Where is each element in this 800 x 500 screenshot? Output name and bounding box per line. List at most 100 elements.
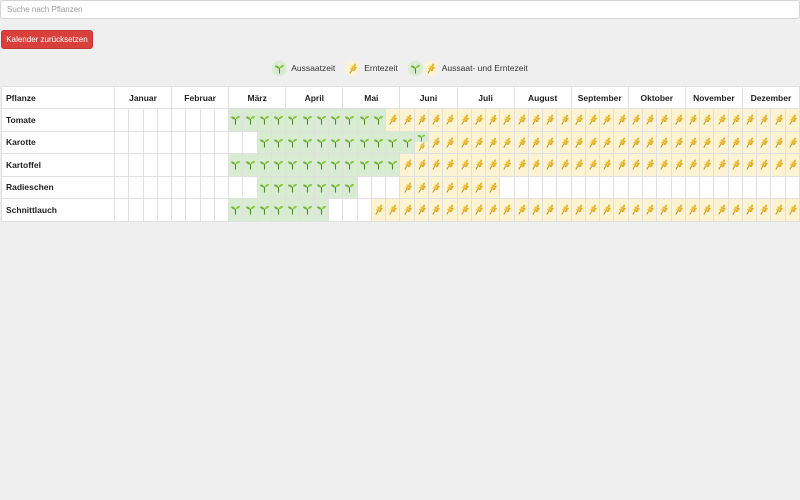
harvest-cell bbox=[699, 153, 715, 177]
empty-cell bbox=[142, 108, 158, 132]
harvest-cell bbox=[442, 153, 458, 177]
wheat-icon bbox=[675, 137, 683, 148]
wheat-icon bbox=[789, 114, 797, 126]
harvest-cell bbox=[642, 153, 658, 177]
sow-and-harvest-cell bbox=[413, 130, 429, 154]
wheat-icon bbox=[560, 137, 569, 148]
empty-cell bbox=[199, 198, 215, 222]
sowing-cell bbox=[342, 130, 358, 154]
harvest-cell bbox=[470, 130, 487, 154]
harvest-cell bbox=[513, 130, 529, 154]
wheat-icon bbox=[774, 204, 783, 216]
harvest-cell bbox=[513, 108, 529, 132]
empty-cell bbox=[770, 175, 786, 199]
legend-item-harvest: Erntezeit bbox=[345, 60, 398, 76]
harvest-cell bbox=[756, 198, 772, 222]
sowing-cell bbox=[313, 153, 330, 177]
sowing-cell bbox=[270, 175, 287, 199]
empty-cell bbox=[385, 175, 401, 199]
wheat-icon bbox=[717, 204, 726, 216]
seedling-icon bbox=[231, 206, 241, 215]
sowing-cell bbox=[285, 108, 301, 132]
harvest-cell bbox=[442, 198, 458, 222]
column-header-month: Januar bbox=[113, 86, 173, 109]
reset-calendar-button[interactable]: Kalender zurücksetzen bbox=[1, 30, 93, 49]
sowing-cell bbox=[256, 108, 272, 132]
empty-cell bbox=[113, 198, 130, 222]
harvest-cell bbox=[385, 198, 401, 222]
harvest-cell bbox=[556, 130, 572, 154]
search-input[interactable] bbox=[0, 0, 800, 19]
seedling-icon bbox=[345, 183, 355, 193]
harvest-cell bbox=[770, 198, 786, 222]
wheat-icon bbox=[675, 114, 683, 126]
column-header-month: Februar bbox=[171, 86, 230, 109]
harvest-cell bbox=[656, 198, 672, 222]
seedling-icon bbox=[359, 161, 369, 170]
wheat-icon bbox=[774, 137, 783, 148]
harvest-cell bbox=[770, 153, 786, 177]
sowing-cell bbox=[385, 153, 401, 177]
wheat-icon bbox=[617, 204, 626, 216]
sowing-cell bbox=[299, 153, 315, 177]
column-header-month: Mai bbox=[342, 86, 401, 109]
sowing-cell bbox=[242, 198, 258, 222]
wheat-icon bbox=[446, 159, 455, 171]
harvest-cell bbox=[584, 153, 601, 177]
empty-cell bbox=[213, 153, 230, 177]
empty-cell bbox=[213, 198, 230, 222]
harvest-cell bbox=[399, 175, 415, 199]
sowing-cell bbox=[342, 153, 358, 177]
harvest-cell bbox=[527, 153, 544, 177]
harvest-cell bbox=[756, 153, 772, 177]
harvest-cell bbox=[399, 108, 415, 132]
wheat-icon bbox=[532, 159, 540, 171]
table-row: Karotte bbox=[1, 130, 800, 154]
seedling-icon bbox=[272, 60, 288, 76]
wheat-icon bbox=[646, 204, 654, 216]
wheat-icon bbox=[546, 114, 554, 126]
harvest-cell bbox=[599, 130, 615, 154]
wheat-icon bbox=[475, 159, 483, 171]
wheat-icon bbox=[732, 114, 740, 126]
harvest-cell bbox=[499, 153, 515, 177]
sowing-cell bbox=[285, 198, 301, 222]
column-header-month: November bbox=[684, 86, 743, 109]
sowing-cell bbox=[256, 198, 272, 222]
sowing-cell bbox=[370, 153, 387, 177]
sowing-cell bbox=[270, 198, 287, 222]
seedling-icon bbox=[259, 138, 270, 148]
harvest-cell bbox=[784, 130, 800, 154]
table-row: Tomate bbox=[1, 108, 800, 132]
harvest-cell bbox=[727, 198, 743, 222]
wheat-icon bbox=[446, 114, 455, 126]
harvest-cell bbox=[784, 108, 800, 132]
wheat-icon bbox=[660, 137, 669, 148]
wheat-icon bbox=[446, 182, 455, 193]
seedling-icon bbox=[407, 60, 423, 76]
harvest-cell bbox=[556, 108, 572, 132]
plant-name: Kartoffel bbox=[1, 153, 115, 177]
harvest-cell bbox=[613, 108, 629, 132]
wheat-icon bbox=[375, 204, 383, 216]
harvest-cell bbox=[427, 153, 444, 177]
harvest-cell bbox=[613, 130, 629, 154]
harvest-cell bbox=[370, 198, 387, 222]
sowing-cell bbox=[256, 130, 272, 154]
wheat-icon bbox=[432, 182, 440, 193]
wheat-icon bbox=[703, 137, 711, 148]
empty-cell bbox=[228, 130, 244, 154]
wheat-icon bbox=[603, 137, 612, 148]
seedling-icon bbox=[316, 161, 327, 170]
wheat-icon bbox=[518, 204, 526, 216]
wheat-icon bbox=[489, 182, 497, 193]
harvest-cell bbox=[713, 130, 729, 154]
harvest-cell bbox=[670, 130, 686, 154]
empty-cell bbox=[642, 175, 658, 199]
seedling-icon bbox=[288, 206, 298, 215]
sowing-cell bbox=[342, 108, 358, 132]
seedling-icon bbox=[316, 183, 327, 193]
sowing-cell bbox=[228, 108, 244, 132]
sowing-cell bbox=[299, 108, 315, 132]
harvest-cell bbox=[413, 153, 429, 177]
